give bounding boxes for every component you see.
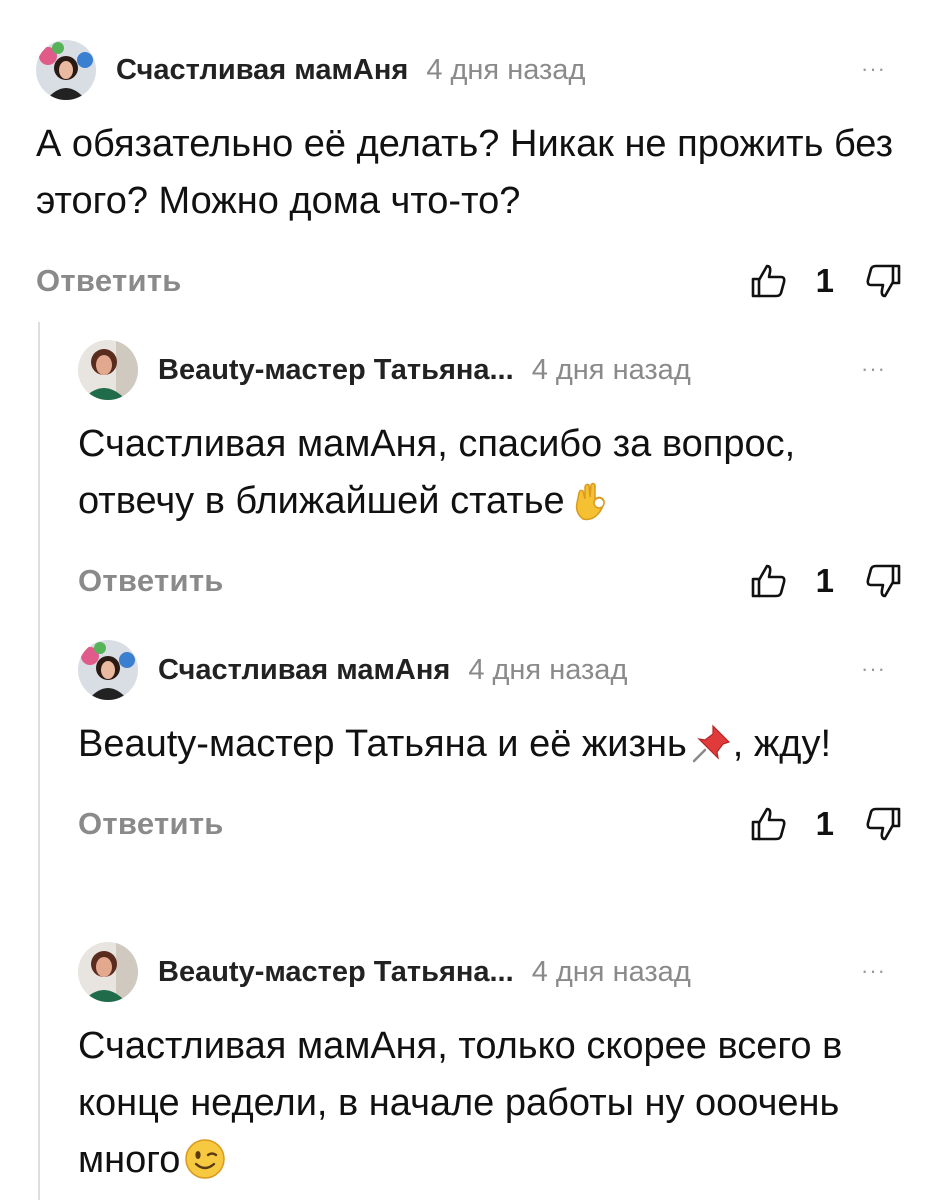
- author-name[interactable]: Beauty-мастер Татьяна...: [158, 956, 514, 989]
- comment-text: Счастливая мамАня, спасибо за вопрос, от…: [78, 416, 904, 530]
- like-count: 1: [815, 262, 834, 299]
- author-name[interactable]: Счастливая мамАня: [158, 654, 450, 687]
- avatar[interactable]: [78, 640, 138, 700]
- avatar[interactable]: [36, 40, 96, 100]
- comment-actions: Ответить 1: [78, 799, 904, 849]
- thumbs-up-icon[interactable]: [750, 262, 788, 300]
- thumbs-down-icon[interactable]: [864, 262, 902, 300]
- comment-time: 4 дня назад: [468, 653, 628, 686]
- pushpin-emoji: [692, 724, 730, 763]
- vote-controls: 1: [750, 562, 902, 600]
- author-name[interactable]: Счастливая мамАня: [116, 54, 408, 87]
- comment-reply: Счастливая мамАня 4 дня назад ··· Beauty…: [78, 638, 904, 849]
- comment-text-after: , жду!: [732, 723, 832, 765]
- comment-header: Beauty-мастер Татьяна... 4 дня назад ···: [78, 338, 904, 402]
- like-count: 1: [815, 805, 834, 842]
- thumbs-down-icon[interactable]: [864, 562, 902, 600]
- reply-button[interactable]: Ответить: [78, 563, 224, 599]
- author-name[interactable]: Beauty-мастер Татьяна...: [158, 354, 514, 387]
- reply-button[interactable]: Ответить: [36, 263, 182, 299]
- reply-button[interactable]: Ответить: [78, 806, 224, 842]
- like-count: 1: [815, 562, 834, 599]
- more-dots-icon[interactable]: ···: [861, 958, 886, 984]
- comment-header: Beauty-мастер Татьяна... 4 дня назад ···: [78, 940, 904, 1004]
- comment-time: 4 дня назад: [531, 955, 691, 988]
- reply-thread-line: [38, 322, 40, 1200]
- vote-controls: 1: [750, 262, 902, 300]
- thumbs-down-icon[interactable]: [864, 805, 902, 843]
- comment-actions: Ответить 1: [78, 556, 904, 606]
- winking-face-emoji: [185, 1139, 226, 1179]
- comment-actions: Ответить 1: [36, 256, 904, 306]
- thumbs-up-icon[interactable]: [750, 562, 788, 600]
- comment-header: Счастливая мамАня 4 дня назад ···: [36, 38, 904, 102]
- comment-reply: Beauty-мастер Татьяна... 4 дня назад ···…: [78, 338, 904, 606]
- comment-text-before: Beauty-мастер Татьяна и её жизнь: [78, 723, 687, 765]
- more-dots-icon[interactable]: ···: [861, 356, 886, 382]
- comment-text: Счастливая мамАня, только скорее всего в…: [78, 1018, 904, 1189]
- comment: Счастливая мамАня 4 дня назад ··· А обяз…: [36, 38, 904, 306]
- comment-reply: Beauty-мастер Татьяна... 4 дня назад ···…: [78, 940, 904, 1189]
- comment-header: Счастливая мамАня 4 дня назад ···: [78, 638, 904, 702]
- comment-time: 4 дня назад: [531, 353, 691, 386]
- comment-text: Beauty-мастер Татьяна и её жизнь , жду!: [78, 716, 904, 773]
- thumbs-up-icon[interactable]: [750, 805, 788, 843]
- comment-time: 4 дня назад: [426, 53, 586, 86]
- ok-hand-emoji: [575, 482, 605, 521]
- more-dots-icon[interactable]: ···: [861, 56, 886, 82]
- avatar[interactable]: [78, 942, 138, 1002]
- vote-controls: 1: [750, 805, 902, 843]
- comment-text-content: Счастливая мамАня, спасибо за вопрос, от…: [78, 423, 796, 522]
- more-dots-icon[interactable]: ···: [861, 656, 886, 682]
- avatar[interactable]: [78, 340, 138, 400]
- comment-text: А обязательно её делать? Никак не прожит…: [36, 123, 894, 222]
